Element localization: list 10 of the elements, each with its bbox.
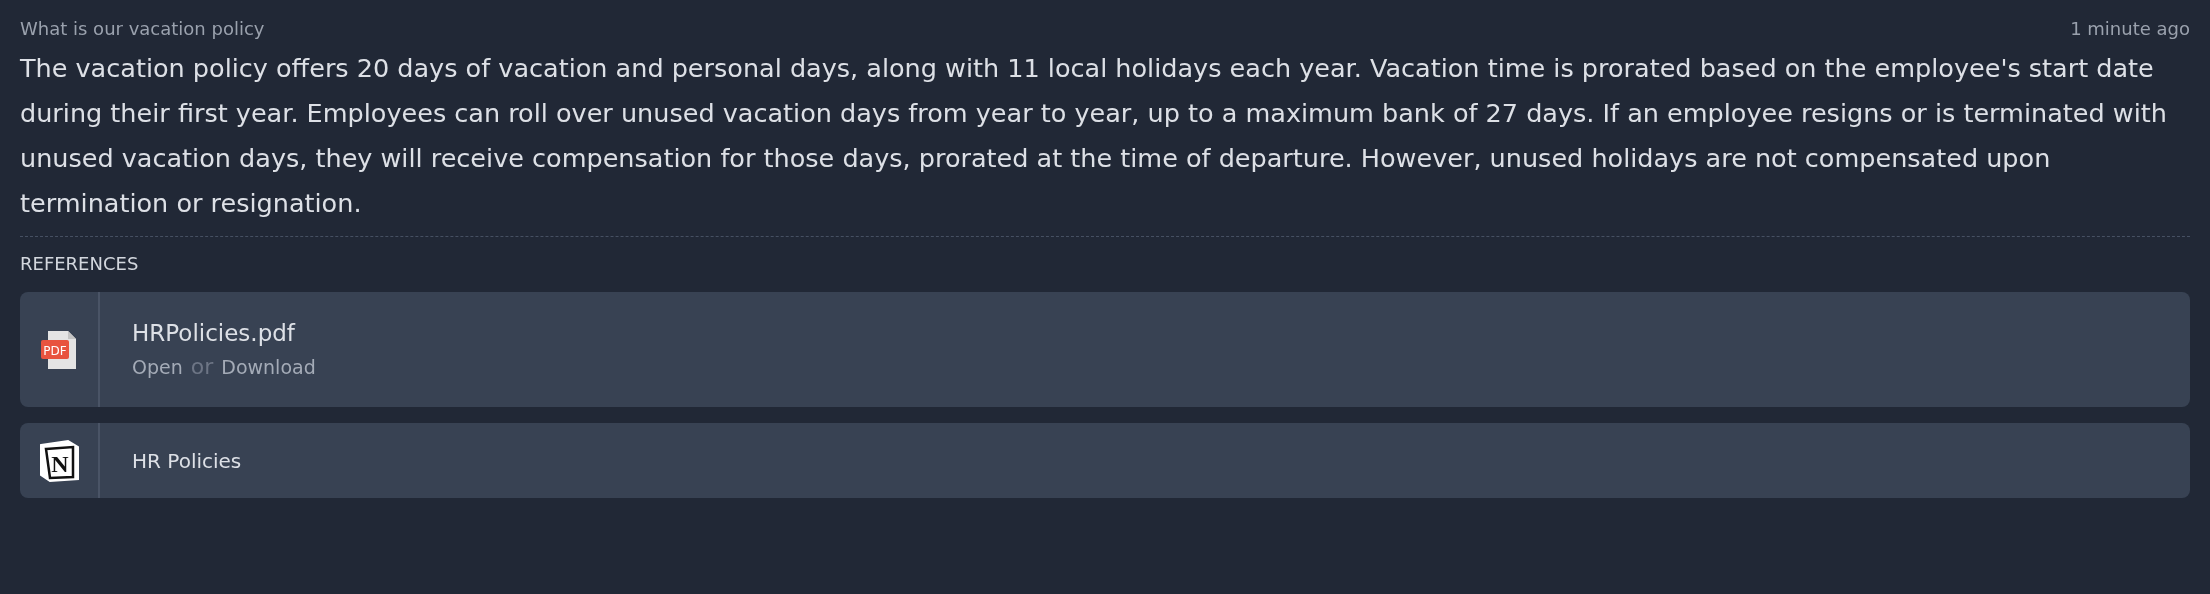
timestamp: 1 minute ago <box>2070 17 2190 39</box>
notebook-icon: N <box>38 438 80 483</box>
reference-card[interactable]: N HR Policies <box>20 423 2190 498</box>
question-text: What is our vacation policy <box>20 17 265 39</box>
references-heading: REFERENCES <box>20 253 140 274</box>
reference-title: HRPolicies.pdf <box>132 320 297 346</box>
download-link[interactable]: Download <box>221 356 316 378</box>
reference-title: HR Policies <box>132 448 242 473</box>
open-link[interactable]: Open <box>132 356 183 378</box>
answer-paragraph: The vacation policy offers 20 days of vacation and personal days, along with 11 local holidays each year. Vacation time is prorated based on the employee's start date during their first year. Employees can roll over unused vacation days from year to year, up to a maximum bank of 27 days. If an employee resigns or is terminated with unused vacation days, they will receive compensation for those days, prorated at the time of departure. However, unused holidays are not compensated upon termination or resignation. <box>20 52 2168 220</box>
